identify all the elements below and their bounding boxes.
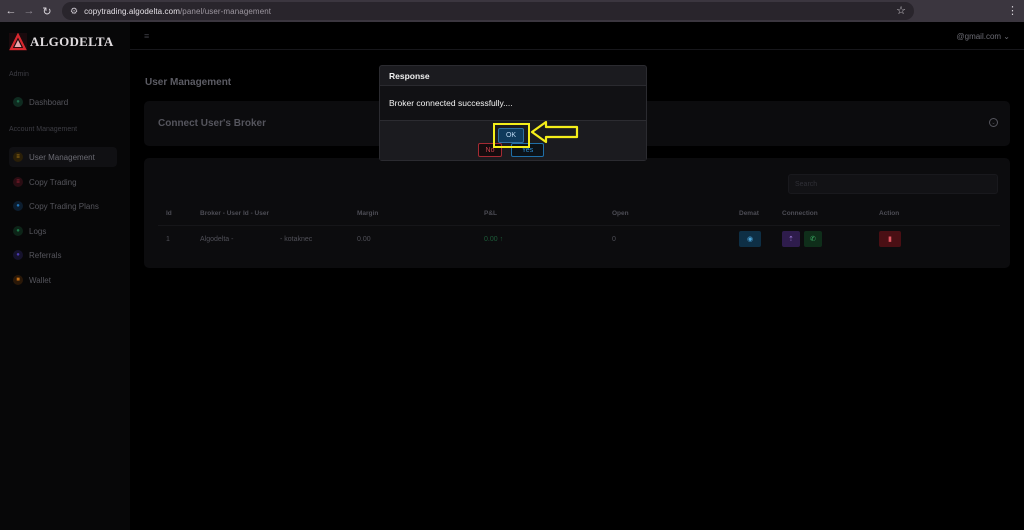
- phone-icon: ✆: [810, 236, 816, 243]
- trash-icon: ▮: [888, 236, 892, 243]
- browser-menu-icon[interactable]: ⋮: [1007, 4, 1018, 17]
- annotation-arrow-icon: [530, 120, 579, 144]
- brand-name: ALGODELTA: [30, 34, 114, 49]
- sidebar-item-label: Wallet: [29, 275, 51, 285]
- sidebar-item-copy-trading[interactable]: ≡ Copy Trading: [9, 172, 117, 192]
- column-header-broker: Broker - User Id - User: [200, 210, 269, 217]
- back-icon[interactable]: ←: [2, 0, 20, 22]
- sidebar-item-label: Referrals: [29, 250, 62, 260]
- ok-button[interactable]: OK: [498, 128, 524, 143]
- column-header-connection: Connection: [782, 210, 818, 217]
- delete-button[interactable]: ▮: [879, 231, 901, 247]
- column-header-open: Open: [612, 210, 629, 217]
- response-modal: Response Broker connected successfully..…: [379, 65, 647, 161]
- browser-toolbar: ← → ↻ ⚙ copytrading.algodelta.com/panel/…: [0, 0, 1024, 22]
- eye-icon: ◉: [746, 236, 754, 243]
- column-header-pnl: P&L: [484, 210, 497, 217]
- modal-title: Response: [380, 66, 646, 86]
- cell-user: - kotaknec: [280, 236, 313, 243]
- cell-open: 0: [612, 236, 616, 243]
- connect-button[interactable]: ⇡: [782, 231, 800, 247]
- referrals-icon: ●: [13, 250, 23, 260]
- modal-message: Broker connected successfully....: [380, 86, 646, 120]
- modal-footer: No Yes OK: [380, 120, 646, 160]
- bookmark-star-icon[interactable]: ☆: [896, 4, 906, 17]
- forward-icon[interactable]: →: [20, 0, 38, 22]
- sidebar-item-label: User Management: [29, 152, 95, 162]
- sidebar-item-label: Copy Trading Plans: [29, 201, 99, 211]
- users-icon: ≡: [13, 152, 23, 162]
- sidebar-item-dashboard[interactable]: ● Dashboard: [9, 92, 117, 112]
- brand-logo[interactable]: ALGODELTA: [9, 33, 114, 51]
- wallet-icon: ■: [13, 275, 23, 285]
- user-menu[interactable]: @gmail.com ⌄: [957, 32, 1011, 41]
- sidebar-item-wallet[interactable]: ■ Wallet: [9, 270, 117, 290]
- column-header-demat: Demat: [739, 210, 759, 217]
- column-header-id: Id: [166, 210, 172, 217]
- view-demat-button[interactable]: ◉: [739, 231, 761, 247]
- sidebar-item-referrals[interactable]: ● Referrals: [9, 245, 117, 265]
- cell-pnl: 0.00 ↑: [484, 236, 504, 243]
- sidebar-section-account-management: Account Management: [9, 126, 78, 133]
- address-bar[interactable]: ⚙ copytrading.algodelta.com/panel/user-m…: [62, 2, 914, 20]
- reload-icon[interactable]: ↻: [38, 0, 56, 22]
- sidebar-item-label: Logs: [29, 226, 47, 236]
- upload-icon: ⇡: [788, 236, 794, 243]
- copy-trading-icon: ≡: [13, 177, 23, 187]
- algodelta-logo-icon: [9, 33, 27, 51]
- sidebar-item-label: Dashboard: [29, 97, 69, 107]
- hamburger-menu-icon[interactable]: ≡: [144, 31, 149, 41]
- url-path: /panel/user-management: [179, 6, 272, 16]
- site-info-icon[interactable]: ⚙: [70, 6, 78, 17]
- cell-broker: Algodelta -: [200, 236, 234, 243]
- sidebar: ALGODELTA Admin ● Dashboard Account Mana…: [0, 22, 130, 530]
- cell-margin: 0.00: [357, 236, 371, 243]
- sidebar-item-logs[interactable]: ● Logs: [9, 221, 117, 241]
- dashboard-icon: ●: [13, 97, 23, 107]
- column-header-margin: Margin: [357, 210, 379, 217]
- logs-icon: ●: [13, 226, 23, 236]
- page-title: User Management: [145, 77, 232, 88]
- collapse-toggle-icon[interactable]: ⌄: [989, 118, 998, 127]
- topbar: ≡ @gmail.com ⌄: [130, 22, 1024, 50]
- url-domain: copytrading.algodelta.com: [84, 6, 180, 16]
- sidebar-section-admin: Admin: [9, 71, 29, 78]
- users-table-card: Search Id Broker - User Id - User Margin…: [144, 158, 1010, 268]
- table-divider: [158, 225, 1000, 226]
- plans-icon: ●: [13, 201, 23, 211]
- cell-id: 1: [166, 236, 170, 243]
- column-header-action: Action: [879, 210, 900, 217]
- search-input[interactable]: Search: [788, 174, 998, 194]
- connect-broker-title: Connect User's Broker: [158, 118, 266, 129]
- phone-button[interactable]: ✆: [804, 231, 822, 247]
- sidebar-item-label: Copy Trading: [29, 177, 77, 187]
- sidebar-item-copy-trading-plans[interactable]: ● Copy Trading Plans: [9, 196, 117, 216]
- url-text: copytrading.algodelta.com/panel/user-man…: [84, 7, 271, 16]
- sidebar-item-user-management[interactable]: ≡ User Management: [9, 147, 117, 167]
